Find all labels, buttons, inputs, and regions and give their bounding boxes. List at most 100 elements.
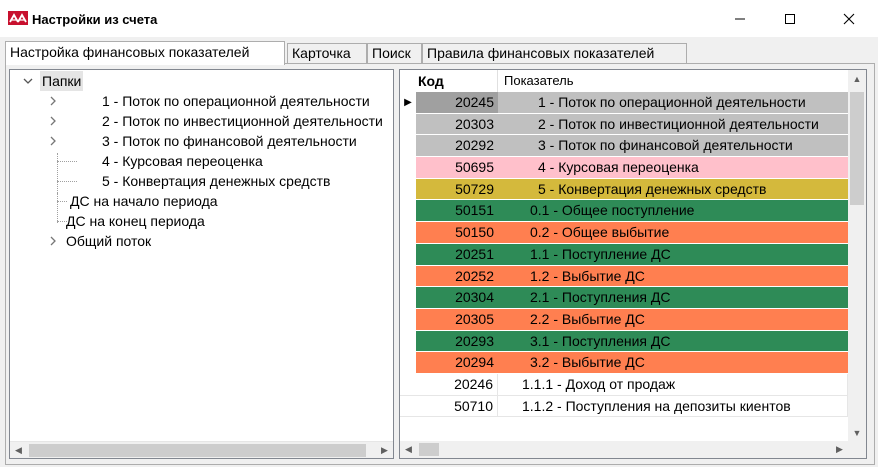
cell-indicator[interactable]: 2 - Поток по инвестиционной деятельности bbox=[500, 114, 848, 135]
cell-code[interactable]: 20293 bbox=[416, 331, 498, 352]
maximize-button[interactable] bbox=[767, 0, 813, 38]
tab-search[interactable]: Поиск bbox=[367, 43, 422, 64]
tree-guide-line bbox=[57, 181, 77, 182]
chevron-down-icon[interactable] bbox=[23, 71, 33, 91]
table-row[interactable]: 20304 2.1 - Поступления ДС bbox=[400, 287, 848, 309]
tab-financial-indicator-rules[interactable]: Правила финансовых показателей bbox=[422, 43, 687, 64]
row-indicator bbox=[400, 373, 416, 395]
tab-label: Поиск bbox=[372, 45, 411, 61]
row-indicator bbox=[400, 113, 416, 135]
folder-tree[interactable]: Папки 1 - Поток по операционной деятельн… bbox=[9, 69, 394, 459]
grid-indicator-header bbox=[400, 70, 416, 92]
chevron-right-icon[interactable] bbox=[48, 231, 58, 251]
table-row[interactable]: 50151 0.1 - Общее поступление bbox=[400, 200, 848, 223]
tree-item-cash-start[interactable]: ДС на начало периода bbox=[70, 191, 218, 211]
cell-code[interactable]: 20294 bbox=[416, 352, 498, 373]
cell-code[interactable]: 50151 bbox=[416, 200, 498, 221]
tab-card[interactable]: Карточка bbox=[287, 43, 367, 64]
close-button[interactable] bbox=[826, 0, 872, 38]
column-header-indicator[interactable]: Показатель bbox=[500, 70, 848, 92]
chevron-right-icon[interactable] bbox=[48, 111, 58, 131]
scrollbar-thumb[interactable] bbox=[29, 444, 366, 457]
row-indicator bbox=[400, 352, 416, 373]
table-row[interactable]: 50695 4 - Курсовая переоценка bbox=[400, 157, 848, 179]
minimize-button[interactable] bbox=[717, 0, 763, 38]
tab-strip: Настройка финансовых показателей Карточк… bbox=[5, 41, 875, 65]
cell-indicator[interactable]: 1.2 - Выбытие ДС bbox=[500, 266, 848, 287]
indicators-grid[interactable]: Код Показатель ▶ 20245 1 - Поток по операц… bbox=[399, 69, 867, 459]
cell-code[interactable]: 20246 bbox=[416, 373, 498, 395]
tree-item-investing-flow[interactable]: 2 - Поток по инвестиционной деятельности bbox=[102, 111, 383, 131]
cell-indicator[interactable]: 5 - Конвертация денежных средств bbox=[500, 179, 848, 200]
scroll-left-icon[interactable]: ◀ bbox=[400, 441, 417, 458]
table-row[interactable]: 20303 2 - Поток по инвестиционной деятель… bbox=[400, 113, 848, 136]
table-row[interactable]: 20252 1.2 - Выбытие ДС bbox=[400, 265, 848, 288]
scroll-up-icon[interactable]: ▲ bbox=[848, 70, 866, 87]
cell-indicator[interactable]: 1.1.2 - Поступления на депозиты киентов bbox=[500, 395, 848, 417]
grid-horizontal-scrollbar[interactable]: ◀ ▶ bbox=[400, 441, 848, 458]
tree-item-total-flow[interactable]: Общий поток bbox=[66, 231, 151, 251]
cell-indicator[interactable]: 3 - Поток по финансовой деятельности bbox=[500, 135, 848, 156]
scrollbar-corner bbox=[848, 441, 866, 458]
cell-indicator[interactable]: 3.1 - Поступления ДС bbox=[500, 331, 848, 352]
cell-code[interactable]: 20304 bbox=[416, 287, 498, 308]
cell-indicator[interactable]: 2.2 - Выбытие ДС bbox=[500, 309, 848, 330]
grid-header: Код Показатель bbox=[400, 70, 848, 92]
cell-code[interactable]: 20292 bbox=[416, 135, 498, 156]
cell-code[interactable]: 20251 bbox=[416, 244, 498, 265]
chevron-right-icon[interactable] bbox=[48, 131, 58, 151]
table-row[interactable]: 20251 1.1 - Поступление ДС bbox=[400, 243, 848, 266]
cell-code[interactable]: 50695 bbox=[416, 157, 498, 178]
column-header-code[interactable]: Код bbox=[416, 70, 498, 92]
cell-code[interactable]: 50150 bbox=[416, 222, 498, 243]
tree-root-folders[interactable]: Папки bbox=[40, 71, 84, 91]
cell-indicator[interactable]: 3.2 - Выбытие ДС bbox=[500, 352, 848, 373]
scroll-right-icon[interactable]: ▶ bbox=[831, 441, 848, 458]
tree-item-cash-end[interactable]: ДС на конец периода bbox=[66, 211, 205, 231]
scroll-down-icon[interactable]: ▼ bbox=[848, 424, 866, 441]
cell-indicator[interactable]: 2.1 - Поступления ДС bbox=[500, 287, 848, 308]
tree-item-operating-flow[interactable]: 1 - Поток по операционной деятельности bbox=[102, 91, 370, 111]
tree-item-cash-conversion[interactable]: 5 - Конвертация денежных средств bbox=[102, 171, 330, 191]
scrollbar-thumb[interactable] bbox=[419, 443, 439, 456]
row-indicator bbox=[400, 178, 416, 200]
table-row[interactable]: 20292 3 - Поток по финансовой деятельност… bbox=[400, 135, 848, 158]
tab-label: Настройка финансовых показателей bbox=[10, 44, 250, 60]
table-row[interactable]: 20246 1.1.1 - Доход от продаж bbox=[400, 373, 848, 396]
cell-code[interactable]: 20305 bbox=[416, 309, 498, 330]
row-indicator bbox=[400, 308, 416, 330]
scroll-right-icon[interactable]: ▶ bbox=[376, 442, 393, 458]
scroll-left-icon[interactable]: ◀ bbox=[10, 442, 27, 458]
row-indicator bbox=[400, 222, 416, 243]
table-row[interactable]: 20305 2.2 - Выбытие ДС bbox=[400, 308, 848, 331]
row-indicator bbox=[400, 287, 416, 308]
cell-indicator[interactable]: 1 - Поток по операционной деятельности bbox=[500, 92, 848, 113]
cell-indicator[interactable]: 0.1 - Общее поступление bbox=[500, 200, 848, 221]
table-row[interactable]: 50729 5 - Конвертация денежных средств bbox=[400, 178, 848, 201]
scrollbar-thumb[interactable] bbox=[850, 92, 864, 205]
tree-item-fx-revaluation[interactable]: 4 - Курсовая переоценка bbox=[102, 151, 263, 171]
cell-indicator[interactable]: 0.2 - Общее выбытие bbox=[500, 222, 848, 243]
cell-code[interactable]: 20252 bbox=[416, 266, 498, 287]
cell-indicator[interactable]: 4 - Курсовая переоценка bbox=[500, 157, 848, 178]
minimize-icon bbox=[735, 18, 745, 20]
chevron-right-icon[interactable] bbox=[48, 91, 58, 111]
table-row[interactable]: 50150 0.2 - Общее выбытие bbox=[400, 222, 848, 244]
title-bar: Настройки из счета bbox=[0, 0, 878, 38]
cell-code[interactable]: 50729 bbox=[416, 179, 498, 200]
table-row[interactable]: 20293 3.1 - Поступления ДС bbox=[400, 330, 848, 353]
cell-indicator[interactable]: 1.1.1 - Доход от продаж bbox=[500, 373, 848, 395]
tree-horizontal-scrollbar[interactable]: ◀ ▶ bbox=[10, 441, 393, 458]
grid-vertical-scrollbar[interactable]: ▲ ▼ bbox=[848, 70, 866, 441]
cell-code[interactable]: 20245 bbox=[416, 92, 498, 113]
table-row[interactable]: ▶ 20245 1 - Поток по операционной деятельн… bbox=[400, 92, 848, 114]
cell-code[interactable]: 50710 bbox=[416, 395, 498, 417]
grid-body: ▶ 20245 1 - Поток по операционной деятельн… bbox=[400, 92, 848, 418]
cell-code[interactable]: 20303 bbox=[416, 114, 498, 135]
cell-indicator[interactable]: 1.1 - Поступление ДС bbox=[500, 244, 848, 265]
row-indicator bbox=[400, 265, 416, 287]
table-row[interactable]: 50710 1.1.2 - Поступления на депозиты кие… bbox=[400, 395, 848, 418]
tab-financial-indicators-settings[interactable]: Настройка финансовых показателей bbox=[5, 41, 285, 65]
table-row[interactable]: 20294 3.2 - Выбытие ДС bbox=[400, 352, 848, 374]
tree-item-financing-flow[interactable]: 3 - Поток по финансовой деятельности bbox=[102, 131, 357, 151]
